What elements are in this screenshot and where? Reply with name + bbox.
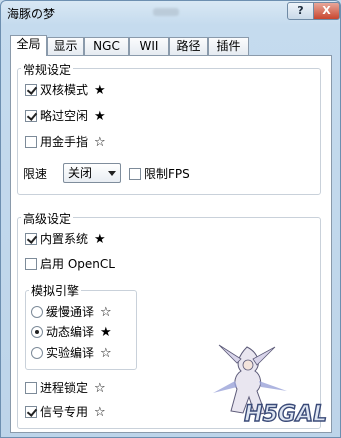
- tab-display[interactable]: 显示: [47, 37, 84, 55]
- jit-radio[interactable]: [31, 325, 43, 338]
- jit-option[interactable]: 动态编译 ★: [31, 324, 112, 340]
- cheats-label: 用金手指: [40, 135, 89, 149]
- star-outline-icon: ☆: [94, 135, 106, 150]
- lock-threads-label: 进程锁定: [40, 381, 89, 395]
- tab-plugins[interactable]: 插件: [208, 37, 249, 55]
- opencl-checkbox[interactable]: [25, 257, 37, 270]
- watermark-logo: H5GAL: [213, 344, 328, 428]
- star-outline-icon: ☆: [94, 405, 106, 420]
- cheats-checkbox[interactable]: [25, 135, 37, 148]
- limit-fps-option[interactable]: 限制FPS: [129, 166, 190, 182]
- limit-fps-checkbox[interactable]: [129, 167, 141, 180]
- experimental-jit-option[interactable]: 实验编译 ☆: [31, 345, 112, 361]
- star-outline-icon: ☆: [94, 381, 106, 396]
- cpu-engine-title: 模拟引擎: [29, 282, 82, 299]
- tab-general[interactable]: 全局: [10, 35, 47, 56]
- star-outline-icon: ☆: [100, 346, 112, 361]
- speed-limit-select[interactable]: 关闭: [63, 163, 121, 183]
- cheats-option[interactable]: 用金手指 ☆: [25, 134, 106, 150]
- interpreter-label: 缓慢通译: [46, 305, 95, 319]
- signal-dedicated-label: 信号专用: [40, 405, 89, 419]
- builtin-system-checkbox[interactable]: [25, 232, 37, 245]
- tab-wii[interactable]: WII: [129, 37, 169, 55]
- builtin-system-option[interactable]: 内置系统 ★: [25, 231, 106, 247]
- idle-skip-checkbox[interactable]: [25, 109, 37, 122]
- builtin-system-label: 内置系统: [40, 232, 89, 246]
- window-title: 海豚の梦: [7, 7, 56, 21]
- signal-dedicated-checkbox[interactable]: [25, 405, 37, 418]
- lock-threads-option[interactable]: 进程锁定 ☆: [25, 380, 106, 396]
- experimental-jit-label: 实验编译: [46, 346, 95, 360]
- limit-fps-label: 限制FPS: [144, 167, 190, 181]
- star-icon: ★: [94, 83, 106, 98]
- idle-skip-option[interactable]: 略过空闲 ★: [25, 108, 106, 124]
- title-smudge: [153, 8, 179, 16]
- tab-ngc[interactable]: NGC: [84, 37, 129, 55]
- experimental-jit-radio[interactable]: [31, 346, 43, 359]
- jit-label: 动态编译: [46, 325, 95, 339]
- dual-core-checkbox[interactable]: [25, 83, 37, 96]
- speed-limit-label: 限速: [23, 167, 48, 181]
- star-outline-icon: ☆: [100, 305, 112, 320]
- dual-core-label: 双核模式: [40, 83, 89, 97]
- close-button[interactable]: X: [313, 2, 340, 20]
- opencl-option[interactable]: 启用 OpenCL: [25, 256, 115, 272]
- star-icon: ★: [94, 109, 106, 124]
- interpreter-radio[interactable]: [31, 305, 43, 318]
- title-bar[interactable]: 海豚の梦 ? X: [1, 1, 340, 27]
- lock-threads-checkbox[interactable]: [25, 381, 37, 394]
- watermark-text: H5GAL: [244, 402, 327, 427]
- tab-paths[interactable]: 路径: [169, 37, 208, 55]
- interpreter-option[interactable]: 缓慢通译 ☆: [31, 304, 112, 320]
- advanced-settings-title: 高级设定: [21, 210, 74, 227]
- general-settings-title: 常规设定: [21, 61, 74, 78]
- dialog-window: 海豚の梦 ? X 全局 显示 NGC WII 路径 插件 常规设定 双核模式 ★ …: [0, 0, 341, 438]
- signal-dedicated-option[interactable]: 信号专用 ☆: [25, 404, 106, 420]
- dual-core-option[interactable]: 双核模式 ★: [25, 82, 106, 98]
- help-button[interactable]: ?: [287, 2, 314, 20]
- star-icon: ★: [94, 232, 106, 247]
- chevron-down-icon: [108, 171, 116, 176]
- idle-skip-label: 略过空闲: [40, 109, 89, 123]
- opencl-label: 启用 OpenCL: [40, 257, 115, 271]
- star-icon: ★: [100, 325, 112, 340]
- speed-limit-value: 关闭: [68, 166, 93, 180]
